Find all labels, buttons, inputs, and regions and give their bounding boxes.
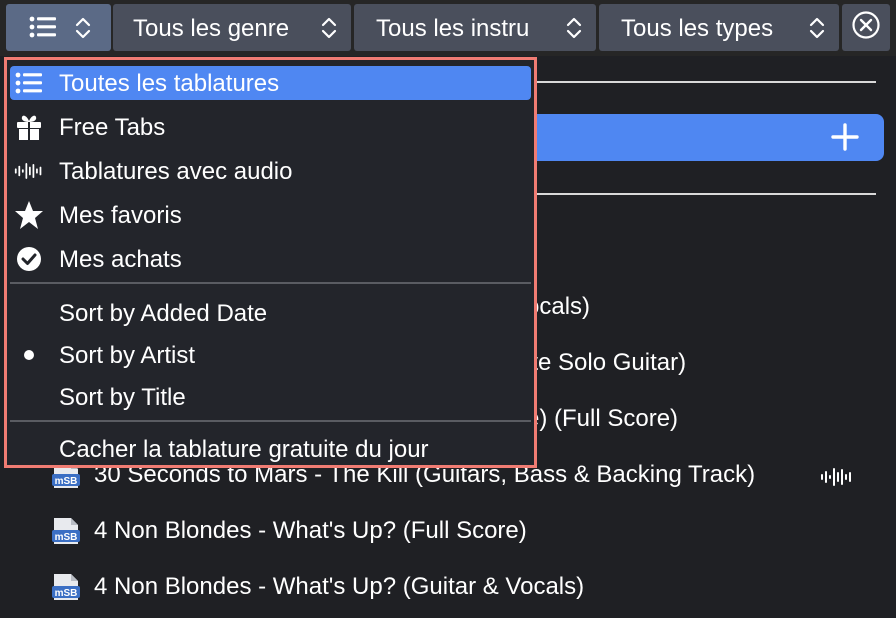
- menu-item-label: Tablatures avec audio: [59, 158, 293, 185]
- filter-toolbar: Tous les genre Tous les instru Tous les …: [0, 0, 896, 56]
- menu-item-hide-free-tab[interactable]: Cacher la tablature gratuite du jour: [10, 432, 531, 466]
- menu-item-sort-title[interactable]: Sort by Title: [10, 380, 531, 414]
- list-item[interactable]: mSB 4 Non Blondes - What's Up? (Full Sco…: [0, 512, 896, 552]
- type-select-label: Tous les types: [621, 15, 774, 42]
- menu-item-label: Sort by Artist: [59, 342, 196, 369]
- add-icon[interactable]: [830, 122, 860, 157]
- audio-wave-icon: [14, 157, 44, 185]
- menu-item-sort-added-date[interactable]: Sort by Added Date: [10, 296, 531, 330]
- type-select[interactable]: Tous les types: [599, 4, 839, 51]
- menu-item-label: Free Tabs: [59, 114, 166, 141]
- menu-item-label: Sort by Title: [59, 384, 186, 411]
- list-item-title: 4 Non Blondes - What's Up? (Guitar & Voc…: [94, 573, 585, 600]
- menu-item-label: Mes favoris: [59, 202, 182, 229]
- view-menu-button[interactable]: [6, 4, 111, 51]
- genre-select-label: Tous les genre: [133, 15, 290, 42]
- chevron-up-down-icon: [75, 16, 91, 47]
- svg-text:mSB: mSB: [55, 588, 78, 599]
- chevron-up-down-icon: [321, 16, 337, 47]
- divider: [530, 193, 876, 195]
- menu-item-all-tabs[interactable]: Toutes les tablatures: [10, 66, 531, 100]
- divider: [530, 81, 876, 83]
- list-item-title: e) (Full Score): [526, 405, 679, 432]
- list-icon: [14, 69, 44, 97]
- msb-file-icon: mSB: [51, 516, 81, 553]
- svg-text:mSB: mSB: [55, 476, 78, 487]
- list-icon: [29, 16, 57, 45]
- bullet-icon: [14, 341, 44, 369]
- chevron-up-down-icon: [809, 16, 825, 47]
- menu-separator: [10, 420, 531, 422]
- selected-row[interactable]: ): [480, 114, 884, 161]
- msb-file-icon: mSB: [51, 572, 81, 609]
- list-item[interactable]: mSB 4 Non Blondes - What's Up? (Guitar &…: [0, 568, 896, 608]
- check-circle-icon: [14, 245, 44, 273]
- instrument-select-label: Tous les instru: [376, 15, 530, 42]
- list-item-title: ite Solo Guitar): [526, 349, 687, 376]
- menu-item-purchases[interactable]: Mes achats: [10, 242, 531, 276]
- instrument-select[interactable]: Tous les instru: [354, 4, 596, 51]
- gift-icon: [14, 113, 44, 141]
- menu-item-tabs-with-audio[interactable]: Tablatures avec audio: [10, 154, 531, 188]
- menu-item-sort-artist[interactable]: Sort by Artist: [10, 338, 531, 372]
- chevron-up-down-icon: [566, 16, 582, 47]
- menu-item-label: Cacher la tablature gratuite du jour: [59, 436, 429, 463]
- genre-select[interactable]: Tous les genre: [113, 4, 351, 51]
- list-item-title: 4 Non Blondes - What's Up? (Full Score): [94, 517, 527, 544]
- menu-item-free-tabs[interactable]: Free Tabs: [10, 110, 531, 144]
- menu-item-label: Sort by Added Date: [59, 300, 268, 327]
- menu-item-favorites[interactable]: Mes favoris: [10, 198, 531, 232]
- audio-wave-icon: [820, 466, 854, 495]
- clear-filters-button[interactable]: [842, 4, 890, 51]
- star-icon: [14, 201, 44, 229]
- svg-text:mSB: mSB: [55, 532, 78, 543]
- menu-item-label: Toutes les tablatures: [59, 70, 280, 97]
- close-circle-icon: [851, 10, 881, 45]
- menu-item-label: Mes achats: [59, 246, 182, 273]
- view-dropdown-menu: Toutes les tablatures Free Tabs Tablatur…: [4, 57, 537, 468]
- menu-separator: [10, 282, 531, 284]
